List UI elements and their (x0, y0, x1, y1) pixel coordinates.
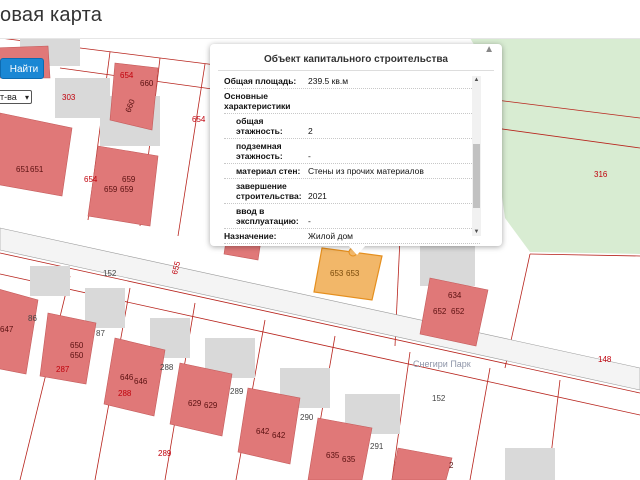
property-row: материал стен: Стены из прочих материало… (224, 164, 480, 179)
popup-divider (218, 70, 494, 71)
building (307, 417, 373, 480)
property-value: 2 (308, 126, 313, 136)
property-value: Жилой дом (308, 231, 354, 241)
page-title: овая карта (0, 4, 103, 26)
building-number: 653 (330, 269, 344, 278)
parcel-number: 316 (594, 170, 608, 179)
property-row: Назначение: Жилой дом (224, 229, 480, 244)
building (0, 112, 73, 197)
property-label: Общая площадь: (224, 76, 297, 86)
parcel-number: 287 (56, 365, 70, 374)
parcel-number: 86 (28, 314, 37, 323)
parcel-number: 288 (160, 363, 174, 372)
building-number: 651 (30, 165, 44, 174)
popup-properties: Общая площадь: 239.5 кв.м Основные харак… (224, 74, 480, 244)
parcel-number: 152 (103, 269, 117, 278)
parcel-number: 654 (192, 115, 206, 124)
building-number: 647 (0, 325, 14, 334)
popup-title: Объект капитального строительства (264, 54, 448, 65)
parcel-number: 288 (118, 389, 132, 398)
building-number: 629 (188, 399, 202, 408)
property-value: - (308, 216, 311, 226)
chevron-down-icon: ▾ (24, 93, 29, 102)
building-number: 634 (448, 291, 462, 300)
object-info-popup: Объект капитального строительства ▲ Обща… (210, 44, 502, 246)
scroll-up-icon[interactable]: ▲ (472, 76, 481, 84)
building-number: 660 (140, 79, 154, 88)
building-number: 642 (272, 431, 286, 440)
property-row: завершение строительства: 2021 (224, 179, 480, 204)
property-label: Назначение: (224, 231, 277, 241)
parcel-number: 148 (598, 355, 612, 364)
building-number: 659 (120, 185, 134, 194)
building-number: 635 (326, 451, 340, 460)
building-number: 642 (256, 427, 270, 436)
property-row: ввод в эксплуатацию: - (224, 204, 480, 229)
building-number: 652 (433, 307, 447, 316)
property-value: - (308, 151, 311, 161)
property-row: Основные характеристики (224, 89, 480, 114)
close-icon[interactable]: ▲ (484, 44, 494, 55)
building-number: 629 (204, 401, 218, 410)
parcel-number: 87 (96, 329, 105, 338)
property-value: 239.5 кв.м (308, 76, 349, 86)
parcel-number: 654 (84, 175, 98, 184)
parcel-number: 152 (432, 394, 446, 403)
property-row: Общая площадь: 239.5 кв.м (224, 74, 480, 89)
building-number: 650 (70, 351, 84, 360)
property-value (314, 109, 480, 113)
building-number: 659 (122, 175, 136, 184)
building-number: 646 (134, 377, 148, 386)
parcel-number: 303 (62, 93, 76, 102)
property-label: ввод в эксплуатацию: (236, 206, 299, 226)
scroll-thumb[interactable] (473, 144, 480, 208)
building-number: 650 (70, 341, 84, 350)
find-button[interactable]: Найти (0, 58, 44, 79)
search-type-select[interactable]: т-ва ▾ (0, 90, 32, 104)
property-label: общая этажность: (236, 116, 283, 136)
building (237, 387, 301, 465)
building (109, 62, 159, 131)
popup-pointer (348, 245, 366, 255)
building-number: 2 (449, 461, 454, 470)
property-label: завершение строительства: (236, 181, 302, 201)
building-number: 635 (342, 455, 356, 464)
parcel-number: 654 (120, 71, 134, 80)
select-value: т-ва (0, 92, 17, 102)
building-number: 653 (346, 269, 360, 278)
building-number: 659 (104, 185, 118, 194)
app-header: овая карта (0, 0, 640, 39)
property-label: подземная этажность: (236, 141, 283, 161)
popup-scrollbar[interactable]: ▲ ▼ (472, 76, 481, 236)
building-number: 652 (451, 307, 465, 316)
parcel-number: 289 (158, 449, 172, 458)
property-row: общая этажность: 2 (224, 114, 480, 139)
property-value: Стены из прочих материалов (308, 166, 424, 176)
building-number: 646 (120, 373, 134, 382)
parcel-number: 289 (230, 387, 244, 396)
parcel-number: 290 (300, 413, 314, 422)
property-label: материал стен: (236, 166, 301, 176)
scroll-down-icon[interactable]: ▼ (472, 228, 481, 236)
parcel-number: 291 (370, 442, 384, 451)
place-label: Снегири Парк (413, 359, 471, 369)
building-number: 651 (16, 165, 30, 174)
property-value: 2021 (308, 191, 327, 201)
property-row: подземная этажность: - (224, 139, 480, 164)
building (391, 447, 453, 480)
property-label: Основные характеристики (224, 91, 291, 111)
